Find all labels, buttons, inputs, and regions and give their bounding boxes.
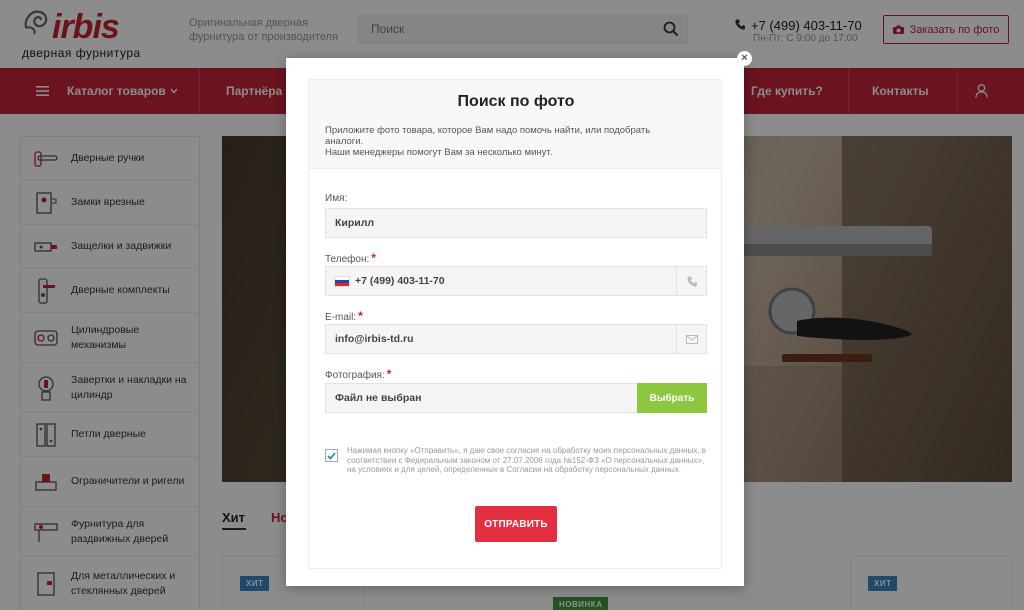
- file-status: Файл не выбран: [335, 392, 422, 404]
- email-label: E-mail: *: [325, 309, 363, 323]
- russia-flag-icon[interactable]: [334, 276, 350, 287]
- phone-icon: [686, 276, 697, 287]
- phone-value: +7 (499) 403-11-70: [355, 275, 445, 287]
- modal-header: Поиск по фото Приложите фото товара, кот…: [308, 79, 722, 169]
- photo-search-form: Имя: Кирилл Телефон: * +7 (499) 403-11-70…: [308, 169, 722, 569]
- checkmark-icon: [327, 451, 336, 460]
- modal-description: Приложите фото товара, которое Вам надо …: [325, 125, 651, 158]
- modal-title: Поиск по фото: [457, 93, 575, 110]
- close-icon[interactable]: ×: [737, 51, 752, 66]
- submit-button[interactable]: ОТПРАВИТЬ: [475, 506, 557, 542]
- photo-label: Фотография: *: [325, 367, 392, 381]
- required-mark: *: [358, 309, 363, 323]
- name-label: Имя:: [325, 193, 348, 204]
- photo-file-field[interactable]: Файл не выбран Выбрать: [325, 383, 707, 413]
- consent-checkbox[interactable]: [325, 449, 338, 462]
- email-field[interactable]: info@irbis-td.ru: [325, 324, 707, 354]
- consent-text: Нажимая кнопку «Отправить», я даю свое с…: [347, 446, 707, 474]
- envelope-icon: [685, 334, 698, 344]
- required-mark: *: [371, 251, 376, 265]
- phone-label: Телефон: *: [325, 251, 376, 265]
- email-value: info@irbis-td.ru: [335, 333, 414, 345]
- required-mark: *: [386, 367, 392, 381]
- phone-field[interactable]: +7 (499) 403-11-70: [325, 266, 707, 296]
- photo-search-modal: Поиск по фото Приложите фото товара, кот…: [286, 58, 744, 586]
- choose-file-button[interactable]: Выбрать: [637, 383, 707, 413]
- email-field-icon-box: [676, 325, 706, 353]
- name-field[interactable]: Кирилл: [325, 208, 707, 238]
- phone-field-icon-box: [676, 267, 706, 295]
- name-value: Кирилл: [335, 217, 375, 229]
